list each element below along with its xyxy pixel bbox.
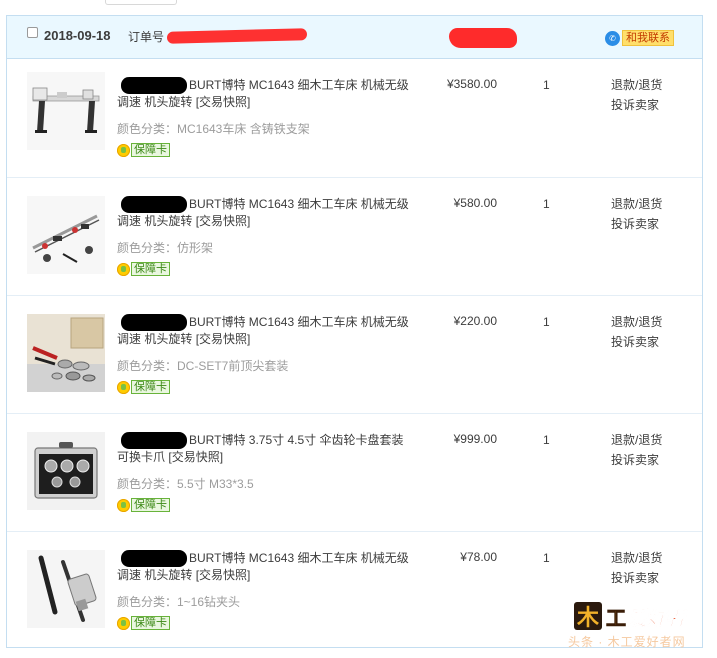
- product-image[interactable]: [27, 432, 105, 510]
- svg-text:爱好者: 爱好者: [628, 608, 688, 630]
- order-number-redaction: [166, 28, 308, 44]
- product-title[interactable]: BURT博特 MC1643 细木工车床 机械无级调速 机头旋转 [交易快照]: [117, 77, 417, 111]
- product-price: ¥78.00: [460, 550, 497, 564]
- refund-return-link[interactable]: 退款/退货: [611, 75, 662, 95]
- item-actions: 退款/退货 投诉卖家: [611, 75, 662, 115]
- product-quantity: 1: [543, 433, 550, 447]
- order-item: BURT博特 MC1643 细木工车床 机械无级调速 机头旋转 [交易快照] 颜…: [7, 295, 702, 413]
- product-image[interactable]: [27, 314, 105, 392]
- product-variant: 颜色分类：1~16钻夹头: [117, 595, 241, 609]
- trade-snapshot-link[interactable]: [交易快照]: [196, 214, 251, 228]
- contact-seller-button[interactable]: ✆ 和我联系: [605, 30, 674, 46]
- product-image[interactable]: [27, 72, 105, 150]
- item-actions: 退款/退货 投诉卖家: [611, 194, 662, 234]
- item-actions: 退款/退货 投诉卖家: [611, 430, 662, 470]
- refund-return-link[interactable]: 退款/退货: [611, 194, 662, 214]
- guarantee-label: 保障卡: [131, 616, 170, 630]
- product-price: ¥220.00: [453, 314, 497, 328]
- refund-return-link[interactable]: 退款/退货: [611, 430, 662, 450]
- guarantee-badge[interactable]: 保障卡: [117, 616, 170, 630]
- guarantee-badge[interactable]: 保障卡: [117, 262, 170, 276]
- complain-seller-link[interactable]: 投诉卖家: [611, 568, 662, 588]
- product-variant: 颜色分类：DC-SET7前顶尖套装: [117, 359, 289, 373]
- trade-snapshot-link[interactable]: [交易快照]: [196, 332, 251, 346]
- title-redaction: [121, 196, 187, 214]
- product-variant: 颜色分类：仿形架: [117, 241, 214, 255]
- complain-seller-link[interactable]: 投诉卖家: [611, 214, 662, 234]
- title-redaction: [121, 77, 187, 95]
- product-title[interactable]: BURT博特 MC1643 细木工车床 机械无级调速 机头旋转 [交易快照]: [117, 314, 417, 348]
- product-image[interactable]: [27, 550, 105, 628]
- product-price: ¥580.00: [453, 196, 497, 210]
- item-actions: 退款/退货 投诉卖家: [611, 548, 662, 588]
- refund-return-link[interactable]: 退款/退货: [611, 312, 662, 332]
- order-number-label: 订单号: [128, 30, 165, 44]
- shop-name-redaction: [449, 28, 517, 48]
- watermark-caption: 头条 · 木工爱好者网: [568, 635, 686, 649]
- svg-text:木: 木: [576, 606, 600, 631]
- chat-bubble-icon: ✆: [605, 30, 620, 46]
- order-item: BURT博特 MC1643 细木工车床 机械无级调速 机头旋转 [交易快照] 颜…: [7, 177, 702, 295]
- contact-seller-label: 和我联系: [622, 30, 674, 46]
- trade-snapshot-link[interactable]: [交易快照]: [168, 450, 223, 464]
- product-title[interactable]: BURT博特 MC1643 细木工车床 机械无级调速 机头旋转 [交易快照]: [117, 196, 417, 230]
- guarantee-badge[interactable]: 保障卡: [117, 143, 170, 157]
- shield-icon: [117, 616, 130, 630]
- shield-icon: [117, 262, 130, 276]
- item-actions: 退款/退货 投诉卖家: [611, 312, 662, 352]
- title-redaction: [121, 432, 187, 450]
- product-quantity: 1: [543, 315, 550, 329]
- order-card: 2018-09-18 订单号 ✆ 和我联系 BURT博特 MC1643 细木工车…: [6, 15, 703, 648]
- product-variant: 颜色分类：MC1643车床 含铸铁支架: [117, 122, 310, 136]
- order-item: BURT博特 MC1643 细木工车床 机械无级调速 机头旋转 [交易快照] 颜…: [7, 59, 702, 176]
- select-order-checkbox[interactable]: [27, 27, 38, 38]
- complain-seller-link[interactable]: 投诉卖家: [611, 332, 662, 352]
- guarantee-label: 保障卡: [131, 498, 170, 512]
- shield-icon: [117, 380, 130, 394]
- order-item: BURT博特 3.75寸 4.5寸 伞齿轮卡盘套装 可换卡爪 [交易快照] 颜色…: [7, 413, 702, 531]
- product-title[interactable]: BURT博特 MC1643 细木工车床 机械无级调速 机头旋转 [交易快照]: [117, 550, 417, 584]
- complain-seller-link[interactable]: 投诉卖家: [611, 450, 662, 470]
- title-redaction: [121, 314, 187, 332]
- tab-stub: [105, 0, 177, 5]
- title-redaction: [121, 550, 187, 568]
- shield-icon: [117, 498, 130, 512]
- product-quantity: 1: [543, 78, 550, 92]
- guarantee-badge[interactable]: 保障卡: [117, 380, 170, 394]
- product-title[interactable]: BURT博特 3.75寸 4.5寸 伞齿轮卡盘套装 可换卡爪 [交易快照]: [117, 432, 417, 466]
- product-image[interactable]: [27, 196, 105, 274]
- guarantee-label: 保障卡: [131, 380, 170, 394]
- svg-text:工: 工: [606, 606, 626, 630]
- guarantee-badge[interactable]: 保障卡: [117, 498, 170, 512]
- watermark-logo: 木 工 爱好者: [572, 598, 702, 634]
- complain-seller-link[interactable]: 投诉卖家: [611, 95, 662, 115]
- product-price: ¥999.00: [453, 432, 497, 446]
- shield-icon: [117, 143, 130, 157]
- product-quantity: 1: [543, 551, 550, 565]
- refund-return-link[interactable]: 退款/退货: [611, 548, 662, 568]
- trade-snapshot-link[interactable]: [交易快照]: [196, 95, 251, 109]
- guarantee-label: 保障卡: [131, 262, 170, 276]
- product-price: ¥3580.00: [446, 77, 497, 91]
- product-quantity: 1: [543, 197, 550, 211]
- trade-snapshot-link[interactable]: [交易快照]: [196, 568, 251, 582]
- guarantee-label: 保障卡: [131, 143, 170, 157]
- order-header: 2018-09-18 订单号 ✆ 和我联系: [7, 16, 702, 59]
- order-date: 2018-09-18: [44, 28, 111, 43]
- product-variant: 颜色分类：5.5寸 M33*3.5: [117, 477, 254, 491]
